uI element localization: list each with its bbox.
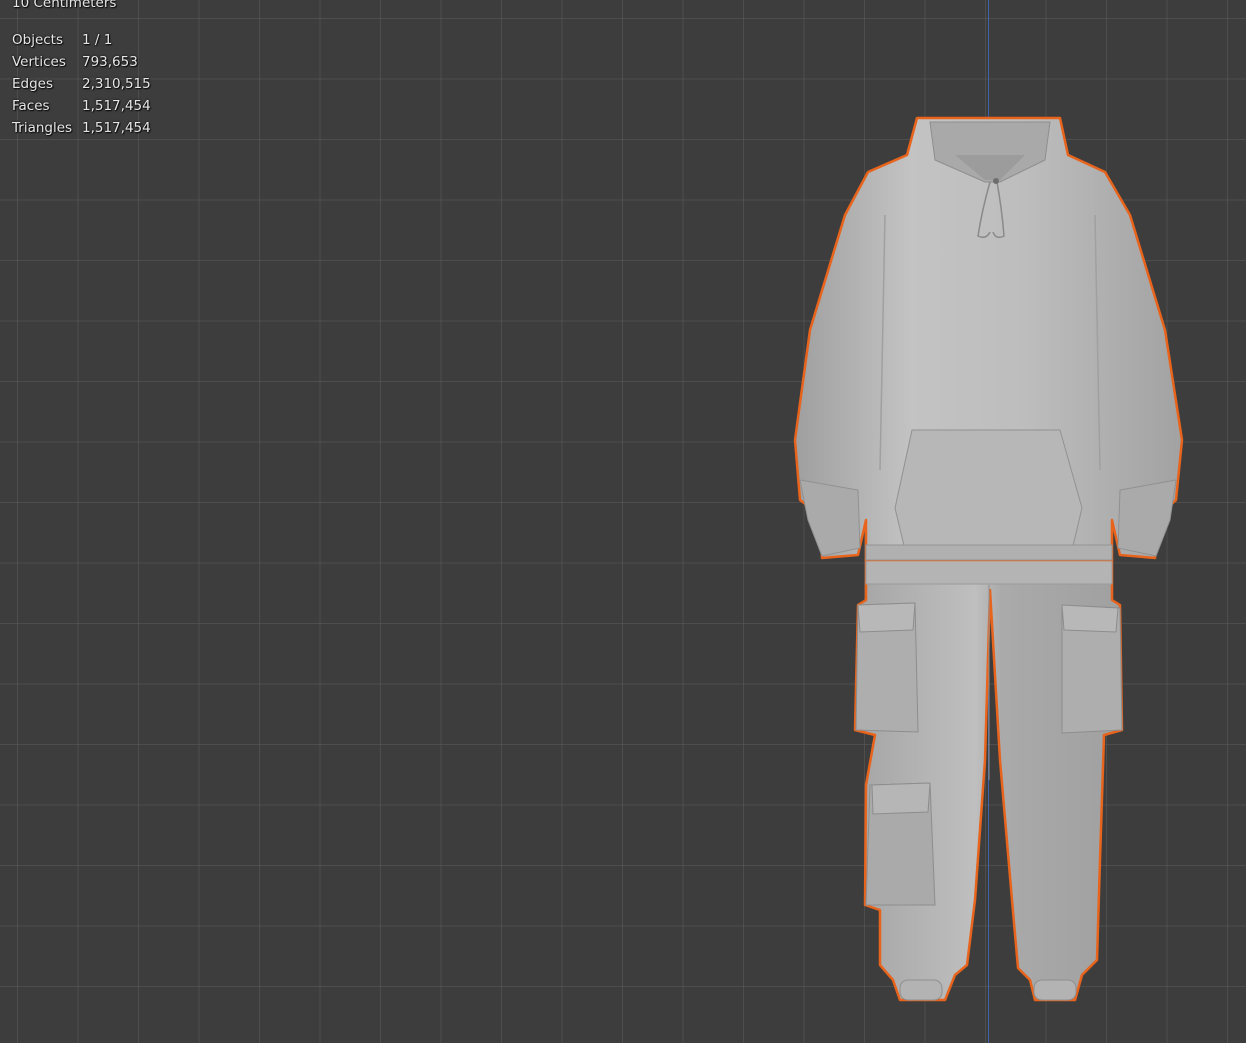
- stat-value: 793,653: [82, 54, 138, 70]
- stat-label: Vertices: [12, 54, 66, 70]
- stat-label: Objects: [12, 32, 64, 48]
- grid-scale-label: 10 Centimeters: [12, 0, 117, 11]
- selected-tracksuit-mesh[interactable]: [780, 110, 1200, 1010]
- stat-label: Triangles: [12, 120, 73, 136]
- stat-value: 2,310,515: [82, 76, 151, 92]
- 3d-viewport[interactable]: 10 Centimeters Objects 1 / 1 Vertices 79…: [0, 0, 1246, 1043]
- stat-label: Faces: [12, 98, 50, 114]
- cargo-pants: [853, 558, 1124, 1002]
- hoodie: [793, 116, 1184, 562]
- stat-value: 1,517,454: [82, 98, 151, 114]
- stat-value: 1 / 1: [82, 32, 113, 48]
- stat-value: 1,517,454: [82, 120, 151, 136]
- stat-label: Edges: [12, 76, 54, 92]
